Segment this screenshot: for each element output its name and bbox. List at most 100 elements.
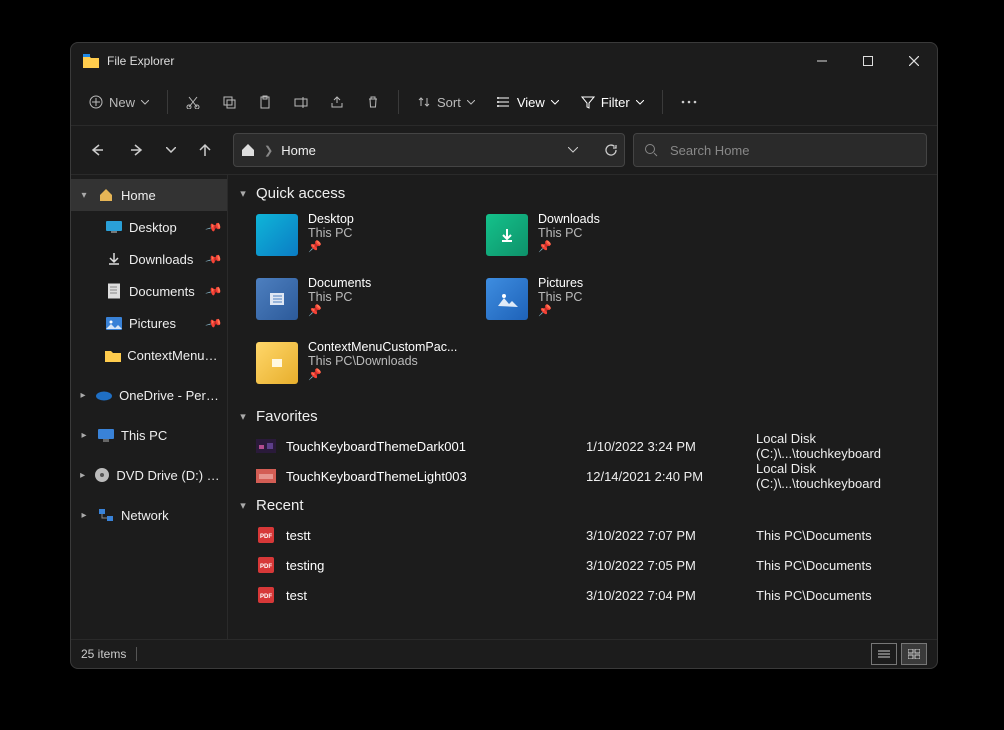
pdf-icon: PDF: [256, 587, 276, 603]
details-view-button[interactable]: [871, 643, 897, 665]
filter-button[interactable]: Filter: [571, 85, 654, 119]
sidebar-item-downloads[interactable]: Downloads 📌: [71, 243, 227, 275]
onedrive-icon: [95, 389, 113, 401]
pin-icon: 📌: [205, 218, 224, 236]
share-icon: [330, 95, 344, 109]
share-button[interactable]: [320, 85, 354, 119]
filter-icon: [581, 95, 595, 109]
favorite-item[interactable]: TouchKeyboardThemeLight003 12/14/2021 2:…: [232, 461, 927, 491]
content-pane: ▾ Quick access Desktop This PC 📌: [228, 175, 937, 639]
image-thumbnail-icon: [256, 438, 276, 454]
more-icon: [681, 100, 697, 104]
paste-button[interactable]: [248, 85, 282, 119]
quick-access-item-pictures[interactable]: Pictures This PC 📌: [486, 276, 716, 330]
rename-button[interactable]: [284, 85, 318, 119]
item-count: 25 items: [81, 647, 126, 661]
cut-button[interactable]: [176, 85, 210, 119]
pin-icon: 📌: [308, 368, 457, 381]
recent-locations-button[interactable]: [161, 134, 181, 166]
sidebar-label: This PC: [121, 428, 167, 443]
pdf-icon: PDF: [256, 527, 276, 543]
search-input[interactable]: [668, 142, 916, 159]
pin-icon: 📌: [308, 240, 354, 253]
section-header-favorites[interactable]: ▾ Favorites: [232, 402, 927, 431]
section-title: Favorites: [256, 408, 318, 425]
copy-button[interactable]: [212, 85, 246, 119]
recent-item[interactable]: PDF test 3/10/2022 7:04 PM This PC\Docum…: [232, 580, 927, 610]
sidebar-item-dvd[interactable]: ▸ DVD Drive (D:) CCCO: [71, 459, 227, 491]
back-button[interactable]: [81, 134, 113, 166]
window-title: File Explorer: [107, 54, 174, 68]
minimize-button[interactable]: [799, 43, 845, 79]
thumbnails-view-button[interactable]: [901, 643, 927, 665]
disc-icon: [94, 467, 110, 483]
navigation-pane: ▾ Home Desktop 📌 Downloads 📌 Documents 📌: [71, 175, 228, 639]
sort-button[interactable]: Sort: [407, 85, 485, 119]
favorite-item[interactable]: TouchKeyboardThemeDark001 1/10/2022 3:24…: [232, 431, 927, 461]
breadcrumb-home[interactable]: Home: [281, 143, 316, 158]
chevron-down-icon: [467, 100, 475, 105]
thumbnails-view-icon: [908, 649, 920, 659]
maximize-button[interactable]: [845, 43, 891, 79]
sidebar-item-onedrive[interactable]: ▸ OneDrive - Personal: [71, 379, 227, 411]
sidebar-item-home[interactable]: ▾ Home: [71, 179, 227, 211]
plus-circle-icon: [89, 95, 103, 109]
toolbar: New Sort View: [71, 79, 937, 126]
sidebar-label: Downloads: [129, 252, 193, 267]
quick-access-item-desktop[interactable]: Desktop This PC 📌: [256, 212, 486, 266]
address-bar[interactable]: ❯ Home: [233, 133, 625, 167]
folder-icon: [105, 349, 121, 362]
file-date: 3/10/2022 7:04 PM: [586, 588, 746, 603]
sidebar-item-thispc[interactable]: ▸ This PC: [71, 419, 227, 451]
details-view-icon: [878, 649, 890, 659]
refresh-button[interactable]: [604, 143, 618, 157]
file-date: 3/10/2022 7:05 PM: [586, 558, 746, 573]
chevron-down-icon: [141, 100, 149, 105]
sidebar-label: Home: [121, 188, 156, 203]
item-location: This PC: [308, 226, 354, 240]
file-name: TouchKeyboardThemeLight003: [286, 469, 576, 484]
search-icon: [644, 143, 658, 157]
quick-access-item-documents[interactable]: Documents This PC 📌: [256, 276, 486, 330]
file-name: testing: [286, 558, 576, 573]
trash-icon: [366, 95, 380, 109]
pin-icon: 📌: [538, 240, 600, 253]
quick-access-item-downloads[interactable]: Downloads This PC 📌: [486, 212, 716, 266]
file-path: This PC\Documents: [756, 528, 927, 543]
section-header-recent[interactable]: ▾ Recent: [232, 491, 927, 520]
sidebar-label: OneDrive - Personal: [119, 388, 221, 403]
file-date: 3/10/2022 7:07 PM: [586, 528, 746, 543]
desktop-folder-icon: [256, 214, 298, 256]
sidebar-item-network[interactable]: ▸ Network: [71, 499, 227, 531]
status-bar: 25 items: [71, 639, 937, 668]
pictures-icon: [105, 317, 123, 330]
section-title: Recent: [256, 497, 304, 514]
recent-item[interactable]: PDF testing 3/10/2022 7:05 PM This PC\Do…: [232, 550, 927, 580]
downloads-folder-icon: [486, 214, 528, 256]
file-path: Local Disk (C:)\...\touchkeyboard: [756, 461, 927, 491]
delete-button[interactable]: [356, 85, 390, 119]
downloads-icon: [105, 252, 123, 266]
new-button[interactable]: New: [79, 85, 159, 119]
address-dropdown-button[interactable]: [568, 147, 578, 153]
more-button[interactable]: [671, 85, 707, 119]
chevron-down-icon: ▾: [236, 410, 250, 423]
up-button[interactable]: [189, 134, 221, 166]
section-header-quick-access[interactable]: ▾ Quick access: [232, 179, 927, 208]
sidebar-item-desktop[interactable]: Desktop 📌: [71, 211, 227, 243]
sidebar-item-pictures[interactable]: Pictures 📌: [71, 307, 227, 339]
sidebar-item-documents[interactable]: Documents 📌: [71, 275, 227, 307]
filter-label: Filter: [601, 95, 630, 110]
search-bar[interactable]: [633, 133, 927, 167]
sidebar-item-contextmenu[interactable]: ContextMenuCust: [71, 339, 227, 371]
forward-button[interactable]: [121, 134, 153, 166]
file-date: 1/10/2022 3:24 PM: [586, 439, 746, 454]
close-button[interactable]: [891, 43, 937, 79]
item-location: This PC: [538, 226, 600, 240]
recent-item[interactable]: PDF testt 3/10/2022 7:07 PM This PC\Docu…: [232, 520, 927, 550]
view-button[interactable]: View: [487, 85, 569, 119]
quick-access-item-contextmenu[interactable]: ContextMenuCustomPac... This PC\Download…: [256, 340, 486, 394]
pin-icon: 📌: [308, 304, 371, 317]
sidebar-label: Desktop: [129, 220, 177, 235]
chevron-down-icon: ▾: [77, 190, 91, 201]
